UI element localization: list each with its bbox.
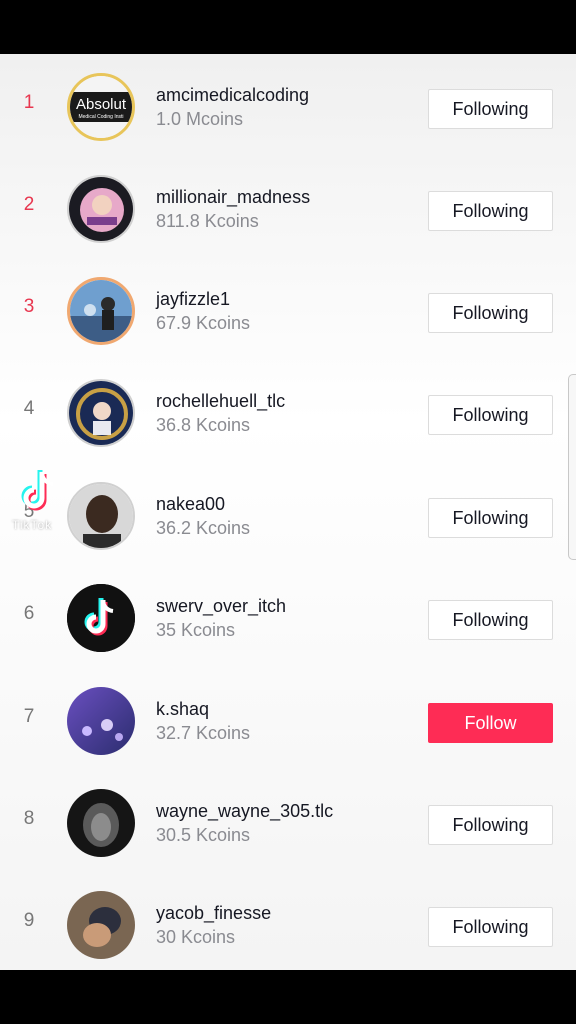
rank-number: 1	[23, 92, 35, 113]
list-item[interactable]: 4 rochellehuell_tlc 36.8 Kcoins Followin…	[0, 361, 576, 463]
rank-number: 6	[23, 603, 35, 624]
leaderboard-list[interactable]: 1 Absolut Medical Coding Insti amcimedic…	[0, 54, 576, 970]
avatar-image	[67, 687, 135, 755]
coin-count: 36.8 Kcoins	[156, 415, 251, 435]
list-item[interactable]: 2 millionair_madness 811.8 Kcoins Follow…	[0, 157, 576, 259]
following-button[interactable]: Following	[428, 805, 553, 845]
avatar-logo-subtext: Medical Coding Insti	[78, 114, 123, 120]
rank-number: 8	[23, 808, 35, 829]
list-item[interactable]: 9 yacob_finesse 30 Kcoins Following	[0, 873, 576, 970]
list-item[interactable]: 5 nakea00 36.2 Kcoins Following	[0, 464, 576, 566]
avatar-image	[67, 789, 135, 857]
coin-count: 67.9 Kcoins	[156, 313, 251, 333]
avatar-image	[67, 891, 135, 959]
avatar[interactable]	[67, 379, 135, 447]
rank-number: 2	[23, 194, 35, 215]
follow-button[interactable]: Follow	[428, 703, 553, 743]
username[interactable]: wayne_wayne_305.tlc	[156, 801, 333, 822]
avatar-image	[69, 177, 133, 241]
avatar[interactable]: Absolut Medical Coding Insti	[67, 73, 135, 141]
avatar[interactable]	[67, 175, 135, 243]
avatar-logo-text: Absolut	[76, 96, 127, 113]
avatar[interactable]	[67, 891, 135, 959]
following-button[interactable]: Following	[428, 89, 553, 129]
username[interactable]: rochellehuell_tlc	[156, 391, 285, 412]
coin-count: 30.5 Kcoins	[156, 825, 251, 845]
rank-number: 9	[23, 910, 35, 931]
avatar-image: Absolut Medical Coding Insti	[70, 76, 132, 138]
watermark-label: TikTok	[12, 518, 53, 532]
top-black-bar	[0, 0, 576, 54]
tiktok-logo-icon	[67, 584, 135, 652]
following-button[interactable]: Following	[428, 191, 553, 231]
coin-count: 32.7 Kcoins	[156, 723, 251, 743]
rank-number: 7	[23, 706, 35, 727]
avatar[interactable]	[67, 277, 135, 345]
list-item[interactable]: 3 jayfizzle1 67.9 Kcoins Following	[0, 259, 576, 361]
rank-number: 3	[23, 296, 35, 317]
avatar-image	[70, 280, 132, 342]
list-item[interactable]: 8 wayne_wayne_305.tlc 30.5 Kcoins Follow…	[0, 771, 576, 873]
bottom-black-bar	[0, 970, 576, 1024]
following-button[interactable]: Following	[428, 907, 553, 947]
avatar[interactable]	[67, 789, 135, 857]
coin-count: 1.0 Mcoins	[156, 109, 244, 129]
list-item[interactable]: 7 k.shaq 32.7 Kcoins Follow	[0, 669, 576, 771]
coin-count: 35 Kcoins	[156, 620, 236, 640]
rank-number: 4	[23, 398, 35, 419]
avatar[interactable]	[67, 584, 135, 652]
username[interactable]: jayfizzle1	[156, 289, 230, 310]
username[interactable]: swerv_over_itch	[156, 596, 286, 617]
username[interactable]: k.shaq	[156, 699, 209, 720]
username[interactable]: yacob_finesse	[156, 903, 271, 924]
following-button[interactable]: Following	[428, 395, 553, 435]
list-item[interactable]: 6 swerv_over_itch 35 Kcoins Following	[0, 566, 576, 668]
following-button[interactable]: Following	[428, 600, 553, 640]
username[interactable]: millionair_madness	[156, 187, 310, 208]
following-button[interactable]: Following	[428, 498, 553, 538]
avatar-image	[69, 381, 133, 445]
coin-count: 811.8 Kcoins	[156, 211, 259, 231]
username[interactable]: amcimedicalcoding	[156, 85, 309, 106]
avatar[interactable]	[67, 687, 135, 755]
username[interactable]: nakea00	[156, 494, 225, 515]
following-button[interactable]: Following	[428, 293, 553, 333]
coin-count: 36.2 Kcoins	[156, 518, 251, 538]
list-item[interactable]: 1 Absolut Medical Coding Insti amcimedic…	[0, 55, 576, 157]
coin-count: 30 Kcoins	[156, 927, 236, 947]
scrollbar[interactable]	[568, 374, 576, 560]
